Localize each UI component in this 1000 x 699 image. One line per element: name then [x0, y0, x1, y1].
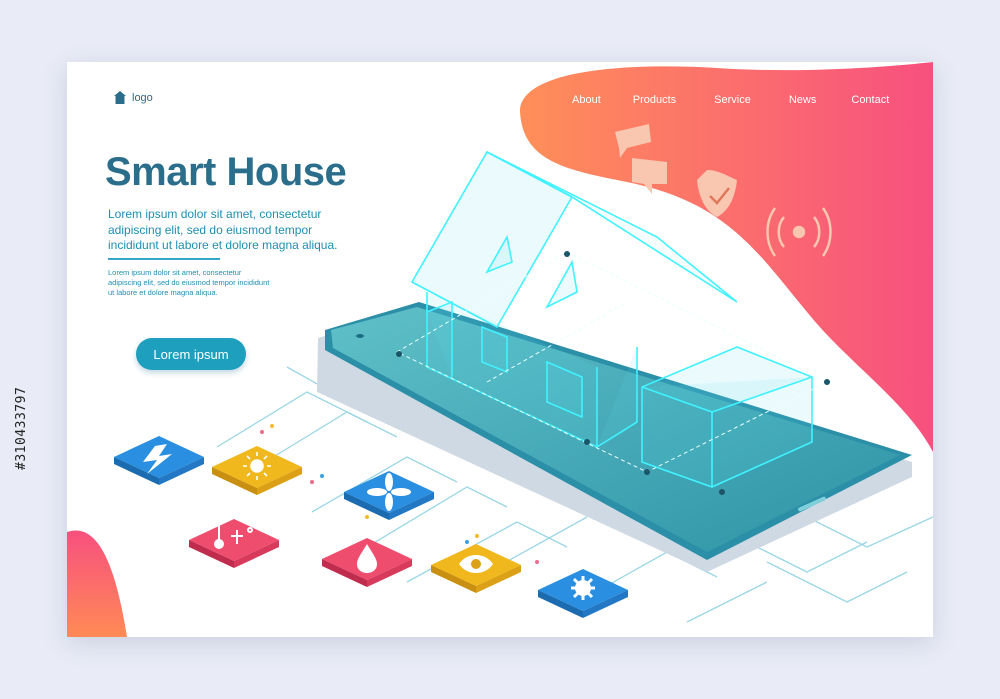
wireless-signal-icon: [766, 207, 832, 257]
tile-water: [322, 538, 412, 587]
smart-house-illustration: [114, 124, 933, 623]
tile-eye: [431, 544, 521, 593]
chat-bubbles-icon: [615, 124, 667, 194]
tile-sun: [212, 446, 302, 495]
tile-gear: [538, 569, 628, 618]
side-watermark-id: #310433797: [14, 386, 29, 470]
landing-page: logo About Products Service News Contact…: [67, 62, 933, 637]
gear-icon: [571, 576, 595, 600]
tile-thermometer: [189, 519, 279, 568]
tile-lightning: [114, 436, 204, 485]
shield-check-icon: [697, 170, 737, 217]
tile-fan: [344, 471, 434, 520]
